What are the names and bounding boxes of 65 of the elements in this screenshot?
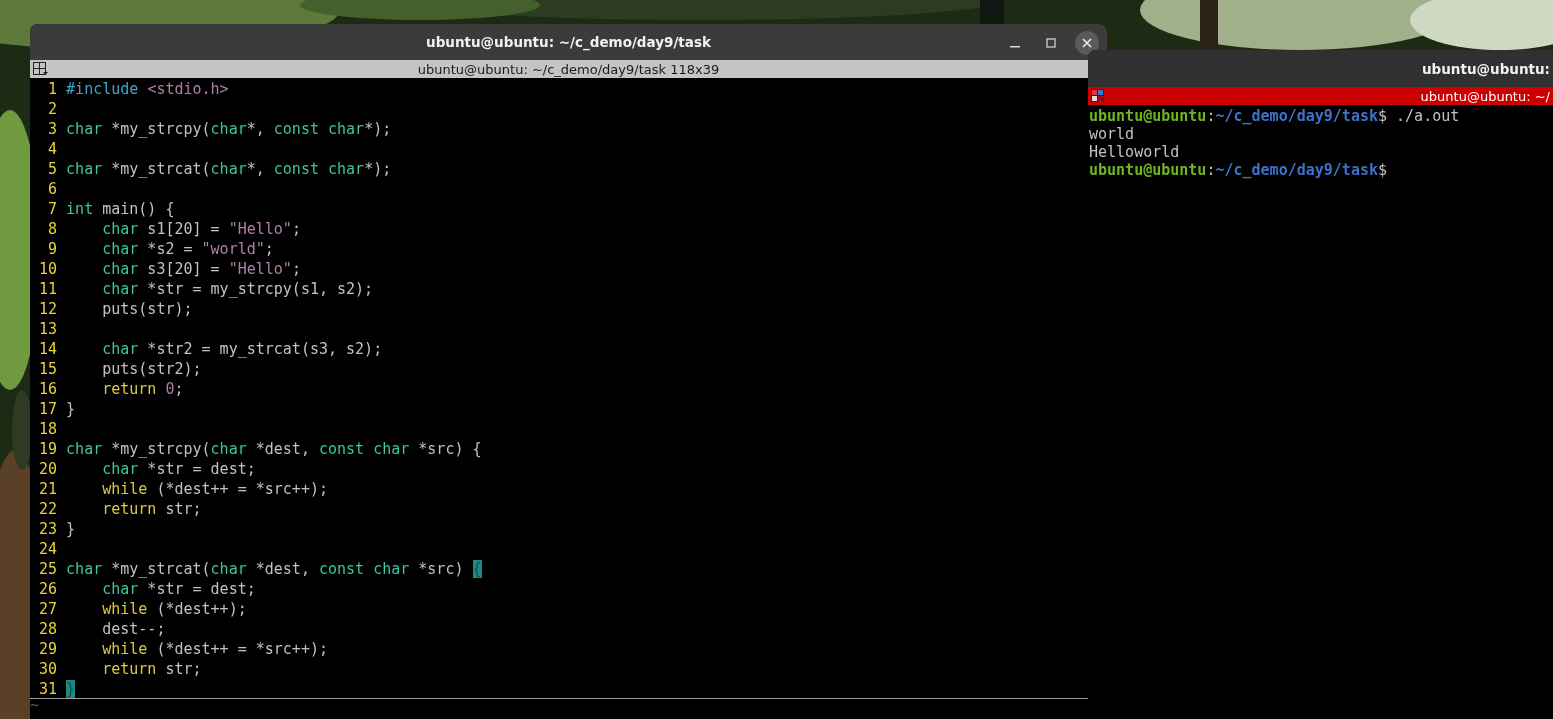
code-line: while (*dest++ = *src++); xyxy=(101,479,328,499)
code-line: char *str2 = my_strcat(s3, s2); xyxy=(101,339,383,359)
code-line: dest--; xyxy=(101,619,166,639)
line-number: 25 xyxy=(38,559,58,579)
line-number: 24 xyxy=(38,539,58,559)
window-title: ubuntu@ubuntu: xyxy=(1421,60,1550,77)
code-line: char *my_strcpy(char *dest, const char *src) { xyxy=(66,439,482,459)
code-line: return str; xyxy=(101,659,202,679)
line-number: 27 xyxy=(38,599,58,619)
terminal-line: world xyxy=(1088,125,1136,143)
line-number: 30 xyxy=(38,659,58,679)
code-line: char *my_strcpy(char*, const char*); xyxy=(66,119,392,139)
line-number: 5 xyxy=(47,159,58,179)
code-line: char *s2 = "world"; xyxy=(101,239,274,259)
code-line: char *my_strcat(char*, const char*); xyxy=(66,159,392,179)
line-number: 3 xyxy=(47,119,58,139)
line-number: 26 xyxy=(38,579,58,599)
line-number: 7 xyxy=(47,199,58,219)
code-line: char *str = dest; xyxy=(101,579,256,599)
line-number: 23 xyxy=(38,519,58,539)
line-number: 4 xyxy=(47,139,58,159)
line-number: 31 xyxy=(38,679,58,698)
line-number: 16 xyxy=(38,379,58,399)
tilde-line: ~ xyxy=(30,695,41,715)
line-number: 22 xyxy=(38,499,58,519)
line-number: 2 xyxy=(47,99,58,119)
terminal-line: ubuntu@ubuntu:~/c_demo/day9/task$ xyxy=(1088,161,1389,179)
line-number: 14 xyxy=(38,339,58,359)
code-line: puts(str); xyxy=(101,299,193,319)
code-line: char *my_strcat(char *dest, const char *src) { xyxy=(66,559,482,579)
tab-title[interactable]: ubuntu@ubuntu: ~/c_demo/day9/task 118x39 xyxy=(417,61,720,77)
code-line: } xyxy=(66,519,76,539)
code-line: while (*dest++); xyxy=(101,599,247,619)
line-number: 12 xyxy=(38,299,58,319)
code-line: char s1[20] = "Hello"; xyxy=(101,219,301,239)
tab-title[interactable]: ubuntu@ubuntu: ~/ xyxy=(1420,88,1550,104)
line-number: 1 xyxy=(47,79,58,99)
code-line: puts(str2); xyxy=(101,359,202,379)
code-line: char s3[20] = "Hello"; xyxy=(101,259,301,279)
code-line: return str; xyxy=(101,499,202,519)
code-line: int main() { xyxy=(66,199,175,219)
terminal-line: Helloworld xyxy=(1088,143,1181,161)
code-line: char *str = my_strcpy(s1, s2); xyxy=(101,279,374,299)
line-number: 21 xyxy=(38,479,58,499)
line-number: 19 xyxy=(38,439,58,459)
line-number: 20 xyxy=(38,459,58,479)
line-number: 28 xyxy=(38,619,58,639)
line-number: 13 xyxy=(38,319,58,339)
code-line: char *str = dest; xyxy=(101,459,256,479)
line-number: 10 xyxy=(38,259,58,279)
layout-icon[interactable] xyxy=(33,62,48,76)
code-line: } xyxy=(66,399,76,419)
line-number: 8 xyxy=(47,219,58,239)
layout-icon[interactable] xyxy=(1091,89,1106,103)
line-number: 15 xyxy=(38,359,58,379)
terminal-line: ubuntu@ubuntu:~/c_demo/day9/task$ ./a.out xyxy=(1088,107,1461,125)
line-number: 11 xyxy=(38,279,58,299)
line-number: 17 xyxy=(38,399,58,419)
line-number: 29 xyxy=(38,639,58,659)
code-line: return 0; xyxy=(101,379,184,399)
line-number: 9 xyxy=(47,239,58,259)
code-line: #include <stdio.h> xyxy=(66,79,229,99)
line-number: 6 xyxy=(47,179,58,199)
line-number: 18 xyxy=(38,419,58,439)
code-line: while (*dest++ = *src++); xyxy=(101,639,328,659)
